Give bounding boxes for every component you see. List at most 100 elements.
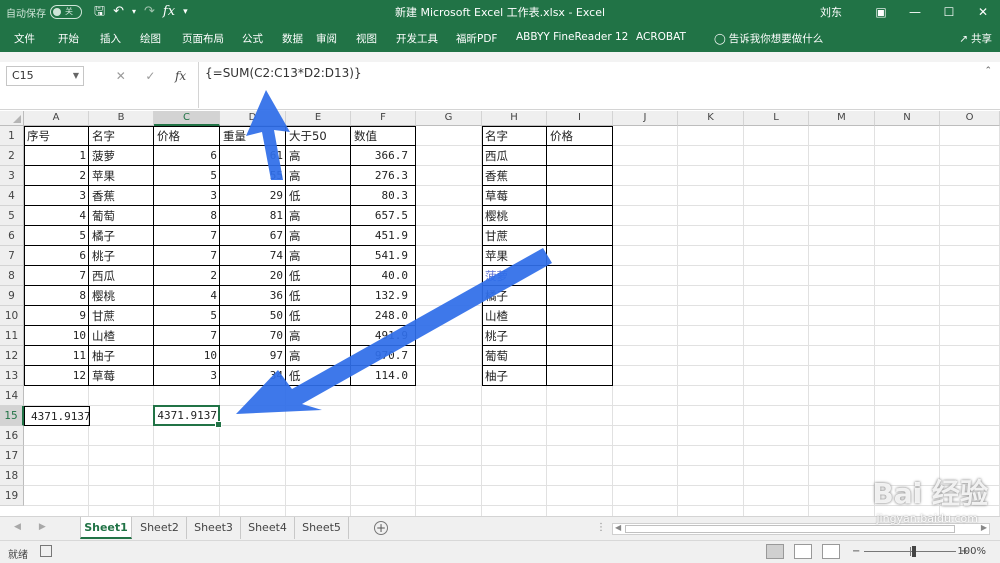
table-cell[interactable]: 7 (24, 266, 89, 286)
tab-data[interactable]: 数据 (282, 31, 316, 46)
table-cell[interactable]: 50 (220, 306, 286, 326)
row-header-10[interactable]: 10 (0, 306, 24, 326)
table-cell[interactable]: 10 (24, 326, 89, 346)
table-cell[interactable]: 葡萄 (89, 206, 154, 226)
table-cell[interactable]: 6 (154, 146, 220, 166)
tab-abbyy[interactable]: ABBYY FineReader 12 (516, 31, 636, 46)
column-header-h[interactable]: H (482, 111, 547, 126)
tab-foxit-pdf[interactable]: 福昕PDF (456, 31, 516, 46)
table-cell[interactable]: 11 (24, 346, 89, 366)
table-cell[interactable]: 970.7 (351, 346, 416, 366)
table2-name-cell[interactable]: 香蕉 (482, 166, 547, 186)
sheet-tab-2[interactable]: Sheet2 (133, 517, 187, 539)
tab-draw[interactable]: 绘图 (140, 31, 182, 46)
table-cell[interactable]: 4 (154, 286, 220, 306)
tab-formulas[interactable]: 公式 (242, 31, 282, 46)
row-header-16[interactable]: 16 (0, 426, 24, 446)
next-sheet-icon[interactable]: ▶ (39, 522, 46, 532)
table-cell[interactable]: 低 (286, 366, 351, 386)
row-header-1[interactable]: 1 (0, 126, 24, 146)
tab-home[interactable]: 开始 (58, 31, 100, 46)
table-cell[interactable]: 276.3 (351, 166, 416, 186)
customize-qa-icon[interactable]: ▾ (183, 4, 188, 20)
column-header-o[interactable]: O (940, 111, 1000, 126)
table-cell[interactable]: 74 (220, 246, 286, 266)
column-header-f[interactable]: F (351, 111, 416, 126)
table-cell[interactable]: 80.3 (351, 186, 416, 206)
table-cell[interactable]: 5 (154, 306, 220, 326)
autosave-toggle[interactable]: 关 (50, 5, 82, 19)
row-header-11[interactable]: 11 (0, 326, 24, 346)
table-cell[interactable]: 香蕉 (89, 186, 154, 206)
formula-input[interactable]: {=SUM(C2:C13*D2:D13)} (198, 62, 996, 108)
table-cell[interactable]: 61 (220, 146, 286, 166)
table-header-cell[interactable]: 名字 (89, 126, 154, 146)
user-name[interactable]: 刘东 (820, 4, 842, 20)
table-cell[interactable]: 36 (220, 286, 286, 306)
table-cell[interactable]: 451.9 (351, 226, 416, 246)
minimize-icon[interactable]: — (898, 5, 932, 19)
row-header-3[interactable]: 3 (0, 166, 24, 186)
table-cell[interactable]: 114.0 (351, 366, 416, 386)
table-cell[interactable]: 1 (24, 146, 89, 166)
table-cell[interactable]: 20 (220, 266, 286, 286)
row-header-12[interactable]: 12 (0, 346, 24, 366)
table-cell[interactable]: 柚子 (89, 346, 154, 366)
table2-name-cell[interactable]: 山楂 (482, 306, 547, 326)
table-cell[interactable]: 657.5 (351, 206, 416, 226)
active-cell-outline[interactable] (153, 405, 222, 428)
column-header-a[interactable]: A (24, 111, 89, 126)
row-header-7[interactable]: 7 (0, 246, 24, 266)
row-header-6[interactable]: 6 (0, 226, 24, 246)
table-cell[interactable]: 高 (286, 346, 351, 366)
table-cell[interactable]: 3 (154, 366, 220, 386)
tell-me-box[interactable]: ◯ 告诉我你想要做什么 (714, 31, 823, 46)
prev-sheet-icon[interactable]: ◀ (14, 522, 21, 532)
table-cell[interactable]: 7 (154, 326, 220, 346)
sheet-tab-5[interactable]: Sheet5 (295, 517, 349, 539)
row-header-5[interactable]: 5 (0, 206, 24, 226)
enter-icon[interactable]: ✓ (145, 69, 155, 83)
table-cell[interactable]: 低 (286, 286, 351, 306)
sheet-tab-1[interactable]: Sheet1 (80, 517, 132, 539)
page-break-view-icon[interactable] (822, 544, 840, 559)
row-header-8[interactable]: 8 (0, 266, 24, 286)
cancel-icon[interactable]: ✕ (116, 69, 126, 83)
name-box[interactable]: C15 ▼ (6, 66, 84, 86)
scroll-right-icon[interactable]: ▶ (981, 523, 987, 532)
ribbon-display-icon[interactable]: ▣ (864, 5, 898, 19)
column-header-e[interactable]: E (286, 111, 351, 126)
table-cell[interactable]: 樱桃 (89, 286, 154, 306)
column-header-j[interactable]: J (613, 111, 678, 126)
table-cell[interactable]: 81 (220, 206, 286, 226)
table2-name-cell[interactable]: 柚子 (482, 366, 547, 386)
row-header-19[interactable]: 19 (0, 486, 24, 506)
sheet-tab-4[interactable]: Sheet4 (241, 517, 295, 539)
maximize-icon[interactable]: ☐ (932, 5, 966, 19)
expand-formula-icon[interactable]: ⌃ (984, 66, 992, 76)
table-cell[interactable]: 10 (154, 346, 220, 366)
table2-name-cell[interactable]: 桃子 (482, 326, 547, 346)
chevron-down-icon[interactable]: ▼ (73, 67, 79, 85)
row-header-4[interactable]: 4 (0, 186, 24, 206)
table-cell[interactable]: 山楂 (89, 326, 154, 346)
column-header-i[interactable]: I (547, 111, 613, 126)
table-cell[interactable]: 菠萝 (89, 146, 154, 166)
table-cell[interactable]: 高 (286, 166, 351, 186)
table-cell[interactable]: 高 (286, 146, 351, 166)
table-cell[interactable]: 12 (24, 366, 89, 386)
row-header-14[interactable]: 14 (0, 386, 24, 406)
zoom-out-icon[interactable]: − (852, 546, 860, 557)
column-header-n[interactable]: N (875, 111, 940, 126)
row-header-13[interactable]: 13 (0, 366, 24, 386)
tab-file[interactable]: 文件 (14, 31, 58, 46)
table-cell[interactable]: 低 (286, 266, 351, 286)
table-cell[interactable]: 132.9 (351, 286, 416, 306)
table-cell[interactable]: 6 (24, 246, 89, 266)
table-header-cell[interactable]: 重量 (220, 126, 286, 146)
table-cell[interactable]: 9 (24, 306, 89, 326)
table-cell[interactable]: 2 (24, 166, 89, 186)
add-sheet-icon[interactable]: + (374, 521, 388, 535)
share-button[interactable]: ↗ 共享 (959, 31, 992, 46)
sheet-tab-3[interactable]: Sheet3 (187, 517, 241, 539)
